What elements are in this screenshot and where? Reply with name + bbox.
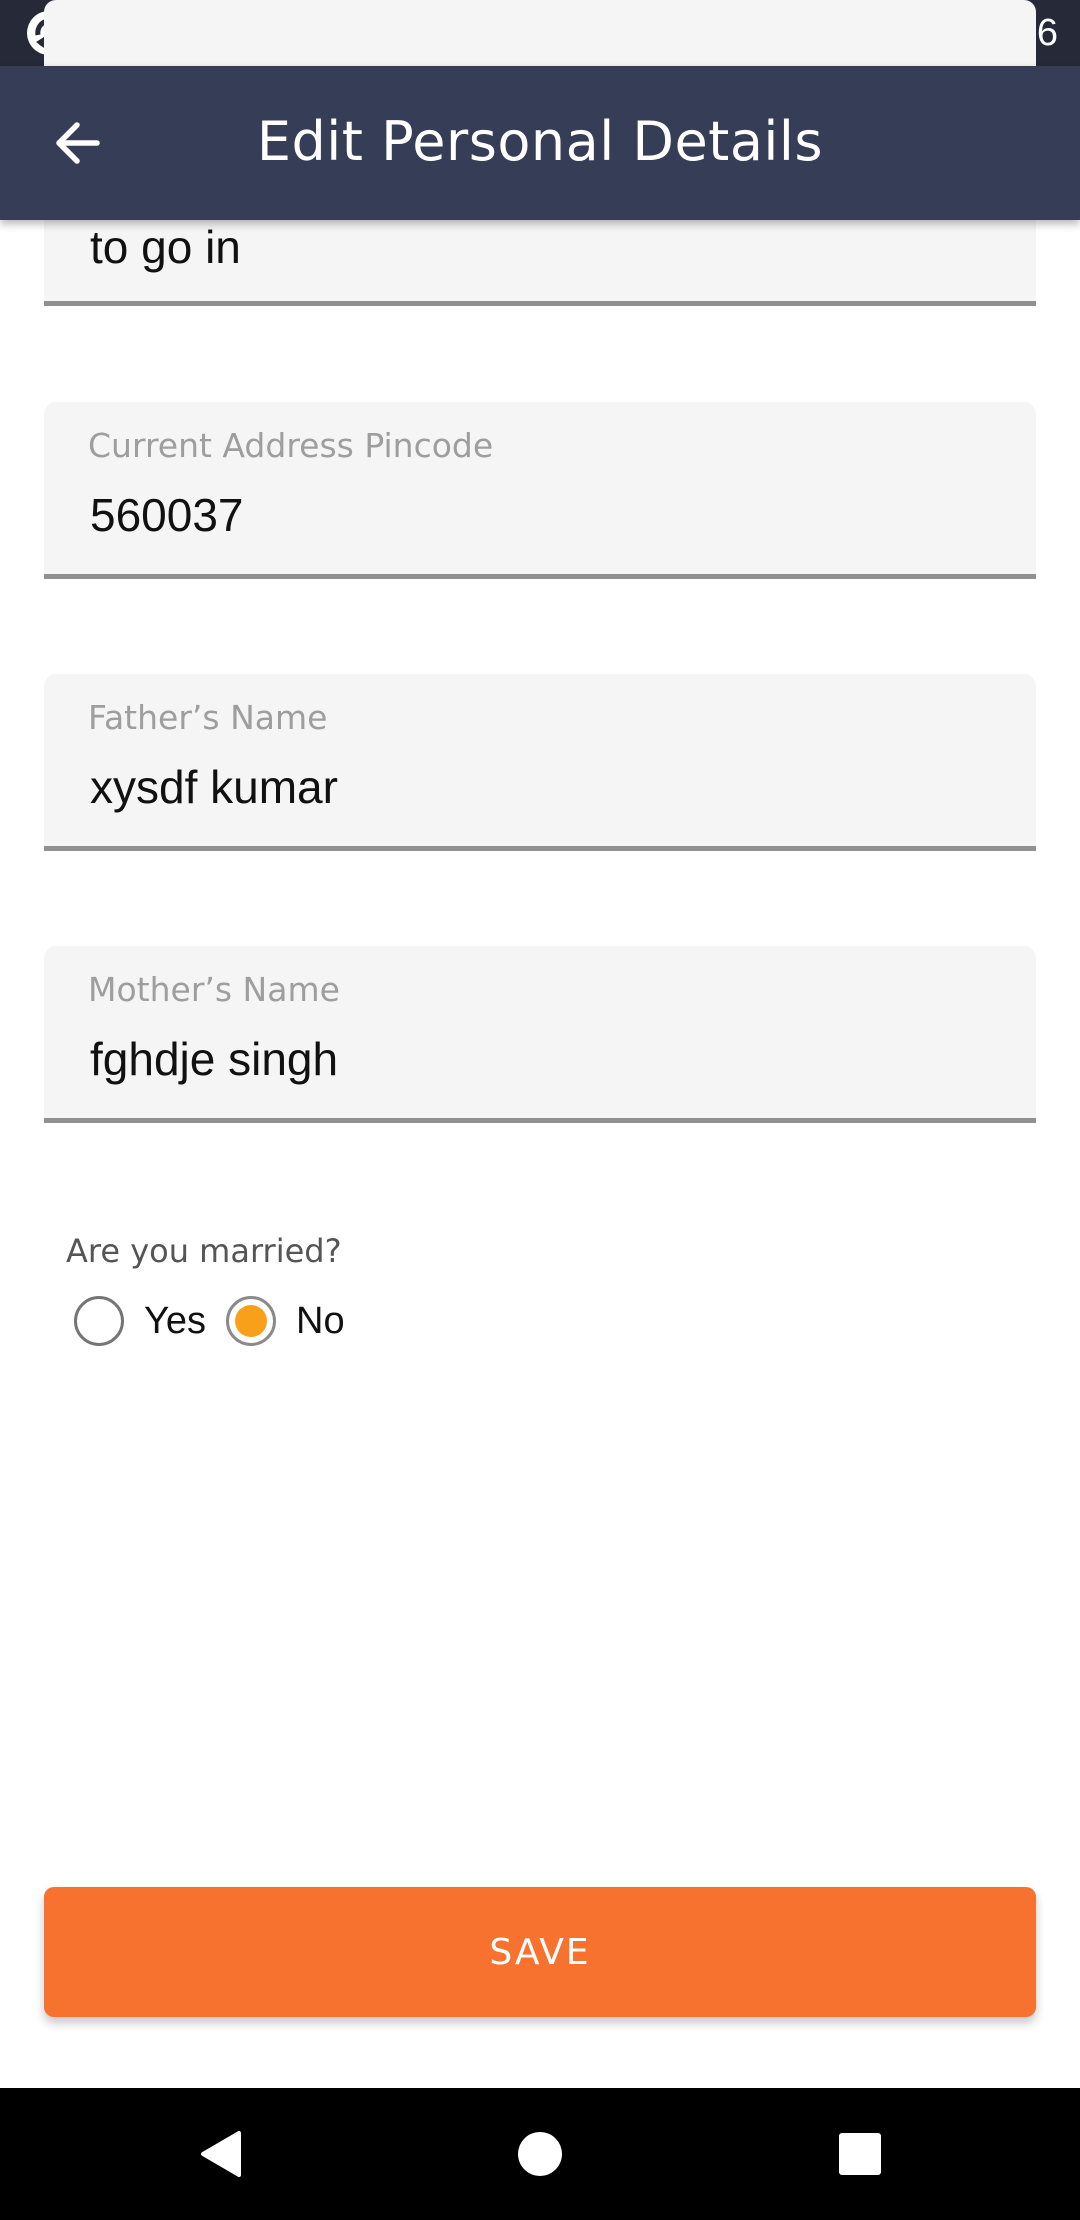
pincode-value: 560037: [90, 489, 244, 541]
radio-button-unchecked[interactable]: [74, 1296, 124, 1346]
save-button[interactable]: SAVE: [44, 1887, 1036, 2017]
father-name-label: Father’s Name: [88, 698, 328, 737]
navigation-bar: [0, 2088, 1080, 2220]
screen: 3:36 Edit Personal Details to go in Curr…: [0, 0, 1080, 2220]
married-yes-option[interactable]: Yes: [74, 1296, 206, 1346]
radio-button-checked[interactable]: [226, 1296, 276, 1346]
pincode-field[interactable]: Current Address Pincode 560037: [44, 402, 1036, 579]
page-title: Edit Personal Details: [256, 110, 824, 173]
home-circle-icon: [518, 2132, 562, 2176]
back-triangle-icon: [201, 2131, 241, 2177]
pincode-label: Current Address Pincode: [88, 426, 494, 465]
mother-name-label: Mother’s Name: [88, 970, 340, 1009]
address-field-value: to go in: [90, 221, 241, 273]
recents-square-icon: [839, 2133, 881, 2175]
married-no-option[interactable]: No: [226, 1296, 345, 1346]
married-radio-group: Yes No: [74, 1296, 365, 1346]
married-question: Are you married?: [66, 1232, 342, 1270]
married-no-label: No: [296, 1299, 345, 1342]
married-yes-label: Yes: [144, 1299, 206, 1342]
radio-selected-dot: [235, 1305, 267, 1337]
mother-name-field[interactable]: Mother’s Name fghdje singh: [44, 946, 1036, 1123]
nav-home-button[interactable]: [510, 2124, 570, 2184]
nav-recents-button[interactable]: [830, 2124, 890, 2184]
mother-name-value: fghdje singh: [90, 1033, 339, 1085]
father-name-field[interactable]: Father’s Name xysdf kumar: [44, 674, 1036, 851]
app-bar: Edit Personal Details: [0, 66, 1080, 220]
father-name-value: xysdf kumar: [90, 761, 338, 813]
nav-back-button[interactable]: [190, 2124, 250, 2184]
